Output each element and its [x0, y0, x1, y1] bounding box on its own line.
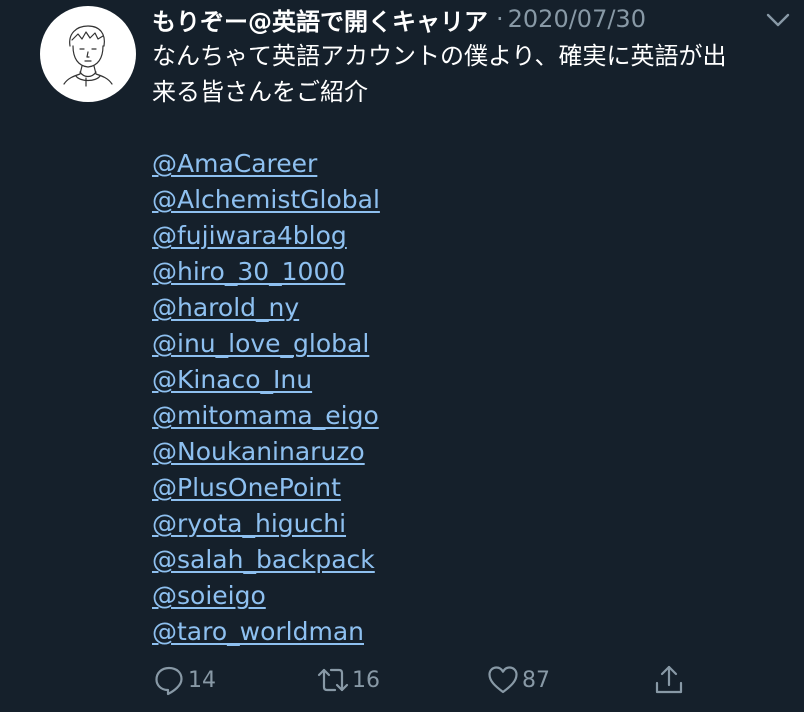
mention-link[interactable]: @inu_love_global [152, 329, 369, 358]
list-item: @PlusOnePoint [152, 470, 380, 506]
list-item: @Noukaninaruzo [152, 434, 380, 470]
more-menu-button[interactable] [764, 6, 792, 34]
mention-link[interactable]: @salah_backpack [152, 545, 375, 574]
list-item: @soieigo [152, 578, 380, 614]
heart-icon [488, 666, 518, 694]
reply-count: 14 [188, 667, 216, 693]
list-item: @fujiwara4blog [152, 218, 380, 254]
avatar[interactable] [40, 6, 136, 102]
tweet: もりぞー@英語で開くキャリア · 2020/07/30 なんちゃて英語アカウント… [0, 0, 804, 712]
reply-icon [155, 666, 183, 696]
list-item: @AlchemistGlobal [152, 182, 380, 218]
list-item: @mitomama_eigo [152, 398, 380, 434]
mention-link[interactable]: @mitomama_eigo [152, 401, 379, 430]
tweet-date[interactable]: 2020/07/30 [508, 5, 646, 33]
like-count: 87 [522, 667, 550, 693]
retweet-count: 16 [352, 667, 380, 693]
tweet-header: もりぞー@英語で開くキャリア · 2020/07/30 [152, 2, 646, 36]
list-item: @salah_backpack [152, 542, 380, 578]
header-separator: · [496, 5, 504, 33]
list-item: @hiro_30_1000 [152, 254, 380, 290]
list-item: @harold_ny [152, 290, 380, 326]
mention-link[interactable]: @hiro_30_1000 [152, 257, 345, 286]
mention-link[interactable]: @soieigo [152, 581, 266, 610]
mention-link[interactable]: @Noukaninaruzo [152, 437, 365, 466]
mention-link[interactable]: @fujiwara4blog [152, 221, 347, 250]
mention-link[interactable]: @harold_ny [152, 293, 299, 322]
mention-link[interactable]: @Kinaco_Inu [152, 365, 312, 394]
tweet-text-line-1: なんちゃて英語アカウントの僕より、確実に英語が出 [152, 42, 727, 70]
retweet-icon [317, 668, 349, 692]
list-item: @Kinaco_Inu [152, 362, 380, 398]
avatar-drawing [63, 25, 113, 87]
list-item: @ryota_higuchi [152, 506, 380, 542]
mention-link[interactable]: @ryota_higuchi [152, 509, 346, 538]
like-button[interactable]: 87 [486, 660, 550, 700]
list-item: @inu_love_global [152, 326, 380, 362]
mention-link[interactable]: @taro_worldman [152, 617, 364, 646]
list-item: @AmaCareer [152, 146, 380, 182]
list-item: @taro_worldman [152, 614, 380, 650]
share-button[interactable] [652, 660, 686, 700]
display-name[interactable]: もりぞー@英語で開くキャリア [152, 2, 488, 37]
tweet-text: なんちゃて英語アカウントの僕より、確実に英語が出 来る皆さんをご紹介 [152, 38, 792, 110]
mention-link[interactable]: @AlchemistGlobal [152, 185, 380, 214]
tweet-actions: 14 16 87 [152, 660, 792, 700]
mention-link[interactable]: @AmaCareer [152, 149, 317, 178]
mention-list: @AmaCareer @AlchemistGlobal @fujiwara4bl… [152, 146, 380, 650]
mention-link[interactable]: @PlusOnePoint [152, 473, 341, 502]
tweet-text-line-2: 来る皆さんをご紹介 [152, 78, 368, 106]
share-icon [655, 665, 683, 694]
reply-button[interactable]: 14 [152, 660, 216, 700]
chevron-down-icon [766, 13, 790, 27]
retweet-button[interactable]: 16 [316, 660, 380, 700]
